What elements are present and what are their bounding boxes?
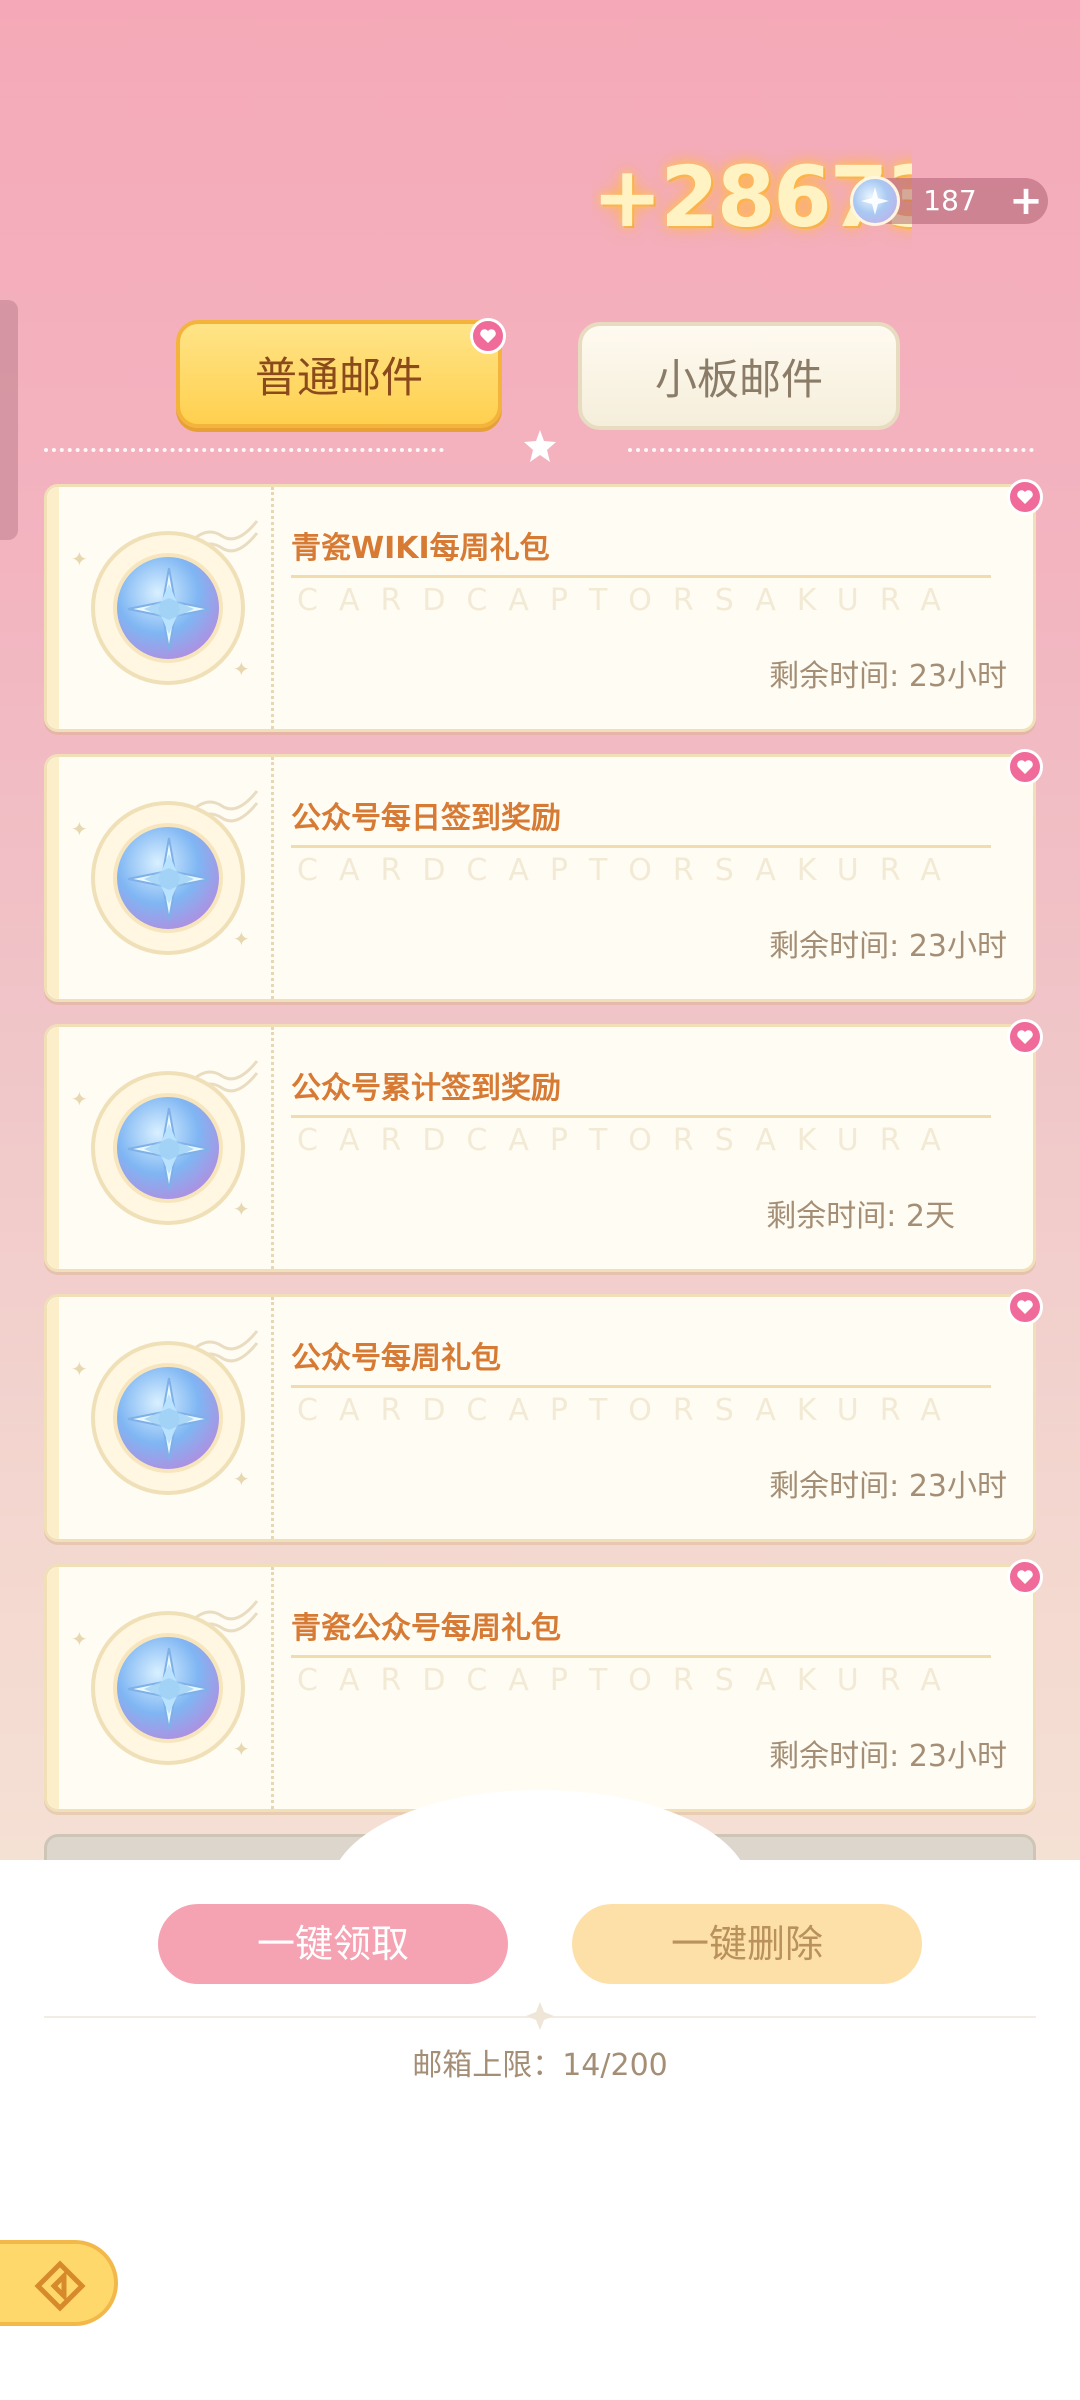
sparkle-icon: ✦: [71, 1087, 88, 1111]
mail-watermark: CARDCAPTORSAKURA: [297, 1663, 962, 1698]
mail-remaining-time: 剩余时间: 23小时: [769, 659, 1007, 694]
mail-left-strip: [47, 757, 59, 999]
mail-item[interactable]: ✦ ✦ 公众号每日签到奖励 CARDCAPTORSAKURA 剩余时间: 23小…: [44, 749, 1043, 1002]
sparkle-icon: ✦: [233, 927, 250, 951]
mail-medal: [91, 801, 245, 955]
mail-divider: [271, 1297, 274, 1539]
mail-divider: [271, 1027, 274, 1269]
mail-left-strip: [47, 1567, 59, 1809]
mail-watermark: CARDCAPTORSAKURA: [297, 583, 962, 618]
mail-medal: [91, 1611, 245, 1765]
mail-divider: [271, 1567, 274, 1809]
mail-title: 公众号每日签到奖励: [291, 801, 561, 836]
tab-board-mail[interactable]: 小板邮件: [578, 322, 900, 430]
mail-title-underline: [291, 575, 991, 578]
mail-title: 公众号每周礼包: [291, 1341, 501, 1376]
mail-title-underline: [291, 1655, 991, 1658]
separator-left: [44, 448, 444, 452]
heart-badge-icon: [470, 318, 506, 354]
mail-title: 公众号累计签到奖励: [291, 1071, 561, 1106]
plus-icon[interactable]: +: [1008, 181, 1044, 221]
mail-watermark: CARDCAPTORSAKURA: [297, 1393, 962, 1428]
compass-star-icon: [113, 1633, 223, 1743]
mail-title-underline: [291, 1115, 991, 1118]
sparkle-icon: ✦: [71, 1627, 88, 1651]
back-button[interactable]: [0, 2240, 118, 2326]
mail-remaining-time: 剩余时间: 23小时: [769, 1469, 1007, 1504]
compass-star-icon: [113, 553, 223, 663]
heart-badge-icon: [1007, 1019, 1043, 1055]
delete-all-button[interactable]: 一键删除: [572, 1904, 922, 1984]
mail-left-strip: [47, 1297, 59, 1539]
back-arrow-icon: [34, 2260, 86, 2312]
tab-board-mail-label: 小板邮件: [654, 355, 823, 404]
compass-star-icon: [113, 1093, 223, 1203]
diamond-icon: [526, 2002, 554, 2030]
sparkle-icon: ✦: [71, 1357, 88, 1381]
mail-left-strip: [47, 487, 59, 729]
background: +28673 187 + 普通邮件 小板邮件 ✦ ✦ 青瓷WIKI每周礼包 CA…: [0, 0, 1080, 1860]
mail-left-strip: [47, 1027, 59, 1269]
mail-divider: [271, 487, 274, 729]
tab-normal-mail-label: 普通邮件: [254, 353, 423, 402]
mail-item[interactable]: ✦ ✦ 青瓷公众号每周礼包 CARDCAPTORSAKURA 剩余时间: 23小…: [44, 1559, 1043, 1812]
sparkle-icon: ✦: [233, 1467, 250, 1491]
mail-item[interactable]: ✦ ✦ 公众号每周礼包 CARDCAPTORSAKURA 剩余时间: 23小时: [44, 1289, 1043, 1542]
heart-badge-icon: [1007, 749, 1043, 785]
mail-title-underline: [291, 1385, 991, 1388]
compass-star-icon: [113, 1363, 223, 1473]
mail-title: 青瓷公众号每周礼包: [291, 1611, 561, 1646]
tab-normal-mail[interactable]: 普通邮件: [176, 320, 502, 428]
sparkle-icon: ✦: [233, 1197, 250, 1221]
mail-medal: [91, 531, 245, 685]
mail-title-underline: [291, 845, 991, 848]
side-drawer-handle[interactable]: [0, 300, 18, 540]
mail-watermark: CARDCAPTORSAKURA: [297, 853, 962, 888]
compass-star-icon: [113, 823, 223, 933]
mail-medal: [91, 1071, 245, 1225]
star-crystal-icon: [850, 176, 900, 226]
sparkle-icon: ✦: [71, 547, 88, 571]
mail-item[interactable]: ✦ ✦ 公众号累计签到奖励 CARDCAPTORSAKURA 剩余时间: 2天: [44, 1019, 1043, 1272]
sparkle-icon: ✦: [233, 1737, 250, 1761]
mail-watermark: CARDCAPTORSAKURA: [297, 1123, 962, 1158]
sparkle-icon: ✦: [71, 817, 88, 841]
heart-badge-icon: [1007, 1559, 1043, 1595]
mail-title: 青瓷WIKI每周礼包: [291, 531, 550, 566]
mailbox-limit-text: 邮箱上限：14/200: [412, 2048, 668, 2083]
claim-all-button[interactable]: 一键领取: [158, 1904, 508, 1984]
mail-medal: [91, 1341, 245, 1495]
sparkle-icon: ✦: [233, 657, 250, 681]
heart-badge-icon: [1007, 1289, 1043, 1325]
heart-badge-icon: [1007, 479, 1043, 515]
mail-remaining-time: 剩余时间: 2天: [766, 1199, 955, 1234]
mail-remaining-time: 剩余时间: 23小时: [769, 929, 1007, 964]
separator-right: [628, 448, 1034, 452]
mail-divider: [271, 757, 274, 999]
mail-item[interactable]: ✦ ✦ 青瓷WIKI每周礼包 CARDCAPTORSAKURA 剩余时间: 23…: [44, 479, 1043, 732]
currency-value: 187: [923, 184, 977, 217]
star-icon: [524, 430, 556, 462]
mail-remaining-time: 剩余时间: 23小时: [769, 1739, 1007, 1774]
